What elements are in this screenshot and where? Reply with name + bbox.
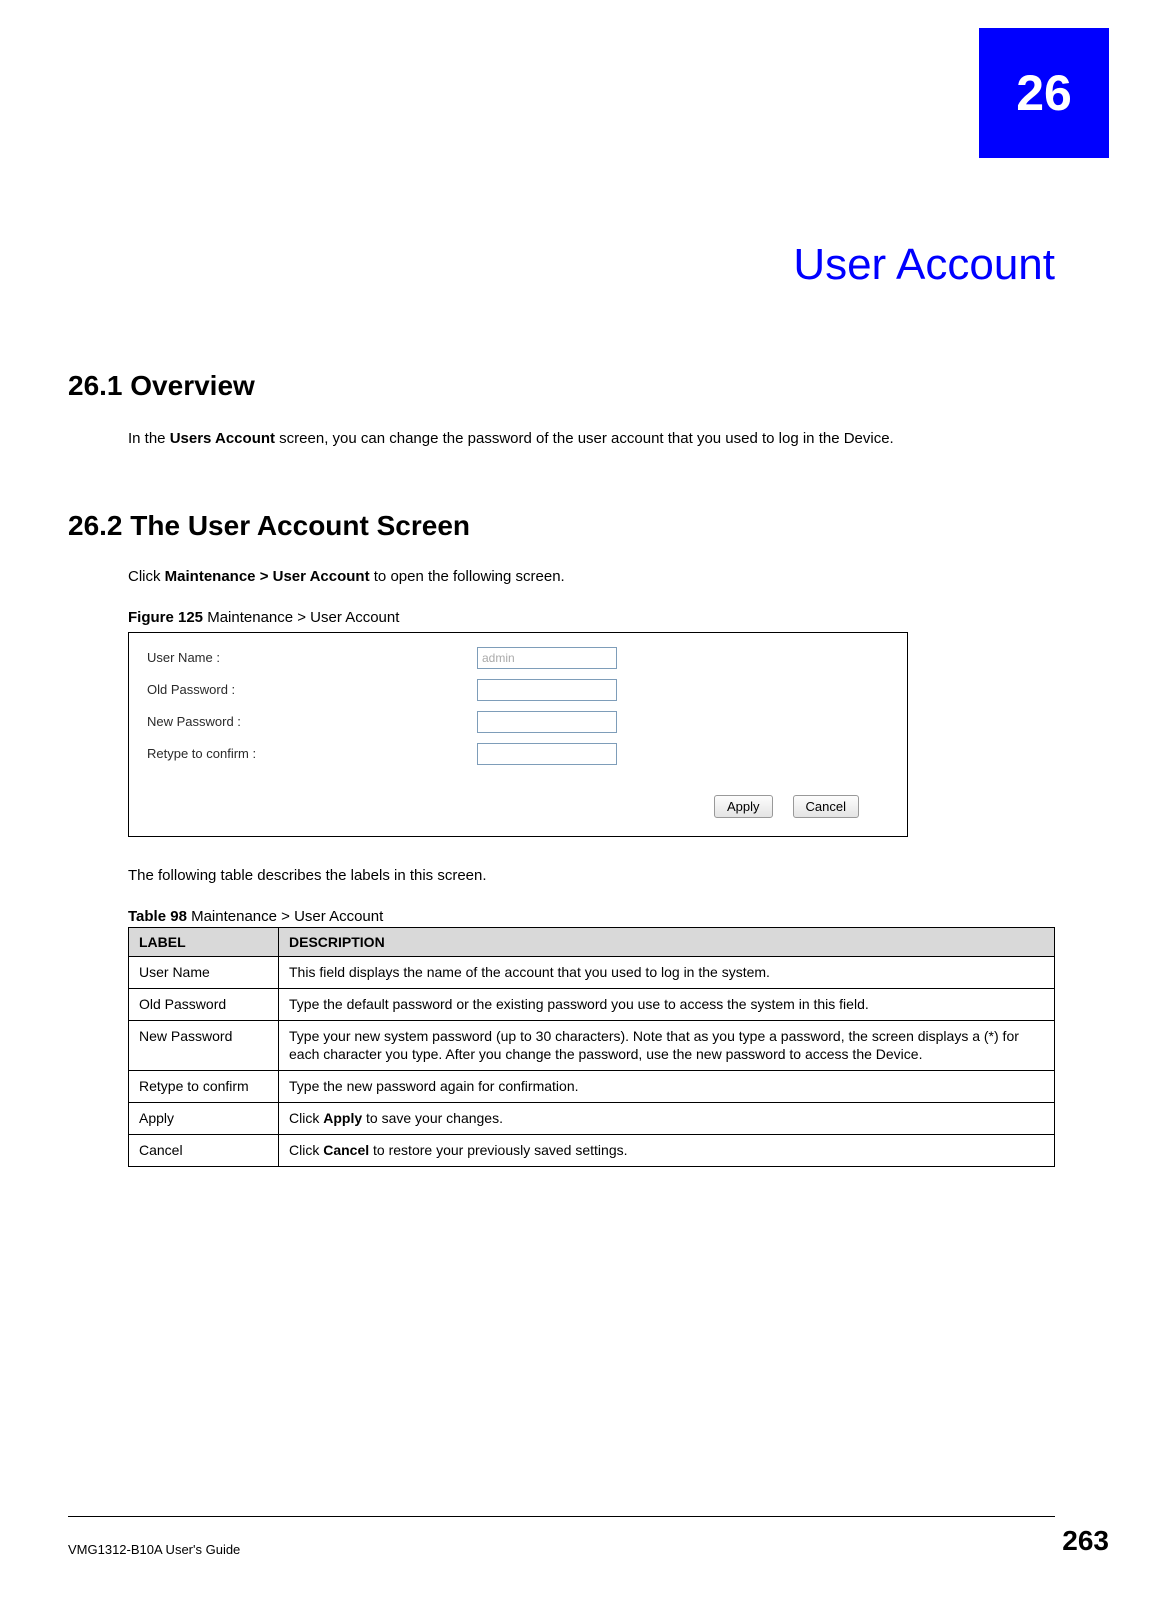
text: screen, you can change the password of t… xyxy=(275,430,894,447)
cell-label: New Password xyxy=(129,1020,279,1071)
text-bold: Maintenance > User Account xyxy=(165,568,370,585)
form-row-newpw: New Password : xyxy=(147,711,889,733)
text: to open the following screen. xyxy=(370,568,565,585)
cell-desc: This field displays the name of the acco… xyxy=(279,956,1055,988)
text: Click xyxy=(289,1142,323,1158)
section-26-2-heading: 26.2 The User Account Screen xyxy=(68,510,1055,542)
table-row: Cancel Click Cancel to restore your prev… xyxy=(129,1135,1055,1167)
cell-desc: Type the new password again for confirma… xyxy=(279,1071,1055,1103)
cell-desc: Click Apply to save your changes. xyxy=(279,1103,1055,1135)
figure-label: Figure 125 xyxy=(128,609,203,626)
text: to save your changes. xyxy=(362,1110,503,1126)
page-footer: VMG1312-B10A User's Guide 263 xyxy=(68,1525,1109,1557)
th-description: DESCRIPTION xyxy=(279,927,1055,956)
cell-label: User Name xyxy=(129,956,279,988)
text-bold: Cancel xyxy=(323,1142,369,1158)
table-row: Retype to confirm Type the new password … xyxy=(129,1071,1055,1103)
text: Click xyxy=(128,568,165,585)
footer-page-number: 263 xyxy=(1062,1525,1109,1557)
section-26-2-instruction: Click Maintenance > User Account to open… xyxy=(128,568,1055,585)
old-password-label: Old Password : xyxy=(147,682,477,697)
table-row: Old Password Type the default password o… xyxy=(129,988,1055,1020)
footer-divider xyxy=(68,1516,1055,1517)
content-container: 26.1 Overview In the Users Account scree… xyxy=(68,370,1055,1167)
cell-label: Old Password xyxy=(129,988,279,1020)
new-password-input[interactable] xyxy=(477,711,617,733)
button-row: Apply Cancel xyxy=(147,795,889,818)
after-figure-text: The following table describes the labels… xyxy=(128,867,1055,884)
form-row-retype: Retype to confirm : xyxy=(147,743,889,765)
page-title: User Account xyxy=(793,240,1055,290)
text-bold: Apply xyxy=(323,1110,362,1126)
table-header-row: LABEL DESCRIPTION xyxy=(129,927,1055,956)
chapter-number: 26 xyxy=(1016,64,1072,122)
figure-125-screenshot: User Name : Old Password : New Password … xyxy=(128,632,908,837)
table-title: Maintenance > User Account xyxy=(187,908,383,925)
cell-desc: Type the default password or the existin… xyxy=(279,988,1055,1020)
figure-125-caption: Figure 125 Maintenance > User Account xyxy=(128,609,1055,626)
table-98-caption: Table 98 Maintenance > User Account xyxy=(128,908,1055,925)
form-row-username: User Name : xyxy=(147,647,889,669)
cell-desc: Click Cancel to restore your previously … xyxy=(279,1135,1055,1167)
username-input[interactable] xyxy=(477,647,617,669)
cell-desc: Type your new system password (up to 30 … xyxy=(279,1020,1055,1071)
table-row: Apply Click Apply to save your changes. xyxy=(129,1103,1055,1135)
figure-title: Maintenance > User Account xyxy=(203,609,399,626)
text: Click xyxy=(289,1110,323,1126)
text: In the xyxy=(128,430,170,447)
table-row: User Name This field displays the name o… xyxy=(129,956,1055,988)
section-26-1-body: In the Users Account screen, you can cha… xyxy=(128,428,1055,450)
apply-button[interactable]: Apply xyxy=(714,795,773,818)
text: to restore your previously saved setting… xyxy=(369,1142,627,1158)
table-label: Table 98 xyxy=(128,908,187,925)
th-label: LABEL xyxy=(129,927,279,956)
section-26-1-heading: 26.1 Overview xyxy=(68,370,1055,402)
table-row: New Password Type your new system passwo… xyxy=(129,1020,1055,1071)
form-row-oldpw: Old Password : xyxy=(147,679,889,701)
username-label: User Name : xyxy=(147,650,477,665)
cancel-button[interactable]: Cancel xyxy=(793,795,859,818)
table-98: LABEL DESCRIPTION User Name This field d… xyxy=(128,927,1055,1167)
text-bold: Users Account xyxy=(170,430,275,447)
footer-guide-name: VMG1312-B10A User's Guide xyxy=(68,1542,240,1557)
retype-label: Retype to confirm : xyxy=(147,746,477,761)
cell-label: Retype to confirm xyxy=(129,1071,279,1103)
cell-label: Apply xyxy=(129,1103,279,1135)
retype-input[interactable] xyxy=(477,743,617,765)
new-password-label: New Password : xyxy=(147,714,477,729)
cell-label: Cancel xyxy=(129,1135,279,1167)
old-password-input[interactable] xyxy=(477,679,617,701)
chapter-badge: 26 xyxy=(979,28,1109,158)
